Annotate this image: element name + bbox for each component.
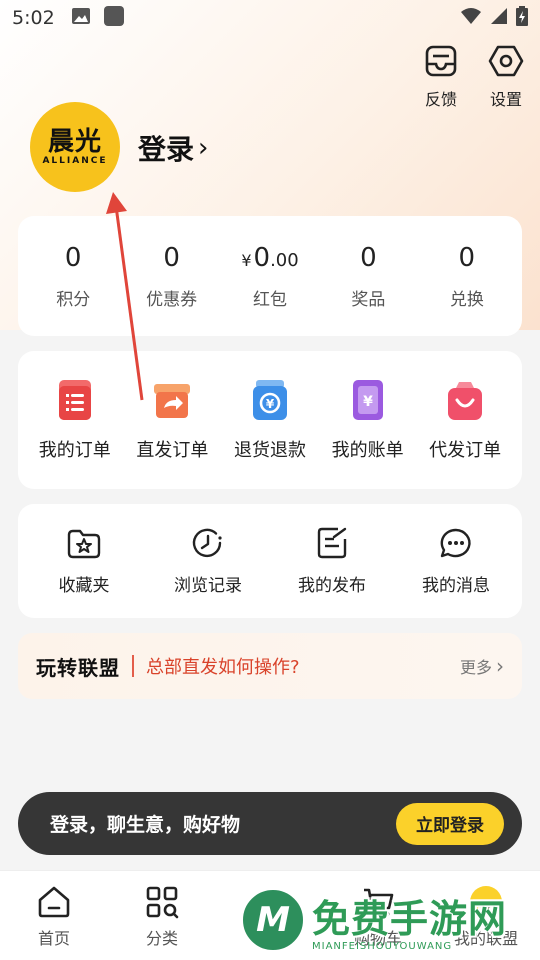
status-time: 5:02	[12, 7, 55, 29]
stat-label: 奖品	[351, 289, 386, 310]
bill-button[interactable]: ¥ 我的账单	[319, 351, 417, 489]
bill-icon: ¥	[352, 380, 383, 420]
stat-value: 0	[163, 242, 180, 273]
login-banner: 登录，聊生意，购好物 立即登录	[18, 792, 522, 855]
promo-more-label: 更多	[459, 658, 492, 677]
direct-orders-button[interactable]: 直发订单	[124, 351, 222, 489]
promo-divider	[132, 655, 134, 677]
messages-icon	[440, 528, 471, 557]
tools-card: 收藏夹 浏览记录 我的发布 我的消息	[18, 504, 522, 618]
my-orders-button[interactable]: 我的订单	[26, 351, 124, 489]
chevron-right-icon: ›	[198, 133, 209, 163]
tab-label: 视频	[253, 929, 286, 948]
stat-label: 红包	[253, 289, 288, 310]
avatar-logo-text: 晨光	[47, 127, 102, 157]
promo-question: 总部直发如何操作?	[146, 657, 300, 678]
order-label: 退货退款	[233, 440, 306, 461]
login-link[interactable]: 登录 ›	[138, 128, 208, 168]
stat-prizes[interactable]: 0 奖品	[319, 216, 417, 336]
avatar[interactable]: 晨光 ALLIANCE	[30, 102, 120, 192]
tab-label: 我的联盟	[453, 929, 518, 948]
my-posts-button[interactable]: 我的发布	[270, 504, 394, 618]
my-orders-icon	[58, 380, 91, 420]
tab-label: 分类	[145, 929, 178, 948]
tool-label: 我的消息	[422, 575, 490, 596]
chevron-right-icon: ›	[496, 654, 504, 678]
dropship-orders-button[interactable]: 代发订单	[416, 351, 514, 489]
settings-button[interactable]: 设置	[488, 44, 524, 110]
category-icon	[146, 886, 179, 919]
app-notification-icon	[103, 5, 125, 32]
favorites-icon	[67, 529, 101, 558]
stat-points[interactable]: 0 积分	[24, 216, 122, 336]
tab-category[interactable]: 分类	[108, 871, 216, 960]
bottom-tab-bar: 首页 分类 视频 购物车 我的联盟	[0, 870, 540, 960]
promo-banner[interactable]: 玩转联盟 总部直发如何操作? 更多 ›	[18, 633, 522, 699]
orders-card: 我的订单 直发订单 ¥ 退货退款 ¥ 我的账单 代发订单	[18, 351, 522, 489]
tab-label: 购物车	[353, 929, 402, 948]
stat-label: 兑换	[449, 289, 484, 310]
dropship-orders-icon	[448, 382, 483, 420]
my-posts-icon	[317, 527, 347, 558]
stat-label: 优惠券	[146, 289, 198, 310]
wifi-icon	[460, 7, 482, 30]
direct-orders-icon	[154, 384, 191, 418]
order-label: 我的账单	[331, 440, 404, 461]
stat-value: 0	[253, 242, 271, 273]
home-icon	[38, 886, 70, 918]
promo-more-link[interactable]: 更多 ›	[460, 654, 504, 678]
stat-value: 0	[458, 242, 476, 273]
alliance-icon	[470, 886, 502, 918]
tool-label: 收藏夹	[58, 575, 110, 596]
feedback-button[interactable]: 反馈	[424, 44, 458, 110]
tool-label: 我的发布	[298, 575, 366, 596]
stat-value: 0	[64, 242, 82, 273]
promo-brand: 玩转联盟	[36, 655, 120, 680]
order-label: 代发订单	[429, 440, 502, 461]
feedback-icon	[425, 45, 457, 77]
stat-decimals: .00	[270, 249, 299, 271]
stats-card: 0 积分 0 优惠券 ¥ 0 .00 红包 0 奖品 0 兑换	[18, 216, 522, 336]
tab-my-alliance[interactable]: 我的联盟	[432, 871, 540, 960]
svg-text:¥: ¥	[363, 394, 373, 410]
tab-cart[interactable]: 购物车	[324, 871, 432, 960]
order-label: 我的订单	[38, 440, 111, 461]
history-button[interactable]: 浏览记录	[146, 504, 270, 618]
stat-red-packet[interactable]: ¥ 0 .00 红包	[221, 216, 319, 336]
svg-text:¥: ¥	[266, 397, 275, 411]
messages-button[interactable]: 我的消息	[394, 504, 518, 618]
status-bar: 5:02	[0, 0, 540, 36]
tab-video[interactable]: 视频	[216, 871, 324, 960]
login-banner-text: 登录，聊生意，购好物	[50, 814, 241, 836]
stat-redeem[interactable]: 0 兑换	[418, 216, 516, 336]
stat-value: 0	[360, 242, 377, 273]
battery-icon	[516, 5, 528, 31]
currency-symbol: ¥	[241, 250, 252, 270]
signal-icon	[490, 7, 508, 30]
tab-label: 首页	[37, 929, 70, 948]
stat-coupons[interactable]: 0 优惠券	[122, 216, 220, 336]
refund-button[interactable]: ¥ 退货退款	[221, 351, 319, 489]
video-icon	[254, 891, 286, 917]
settings-label: 设置	[489, 90, 522, 109]
cart-icon	[364, 888, 394, 917]
top-actions: 反馈 设置	[424, 44, 524, 110]
tab-home[interactable]: 首页	[0, 871, 108, 960]
login-label: 登录	[138, 133, 195, 166]
gallery-notification-icon	[71, 7, 91, 30]
tool-label: 浏览记录	[174, 575, 242, 596]
order-label: 直发订单	[136, 440, 209, 461]
settings-icon	[488, 45, 524, 77]
feedback-label: 反馈	[424, 90, 457, 109]
history-icon	[192, 528, 222, 557]
login-now-button[interactable]: 立即登录	[396, 802, 504, 845]
avatar-logo-sub: ALLIANCE	[42, 156, 108, 166]
favorites-button[interactable]: 收藏夹	[22, 504, 146, 618]
stat-label: 积分	[56, 289, 91, 310]
refund-icon: ¥	[252, 380, 287, 420]
